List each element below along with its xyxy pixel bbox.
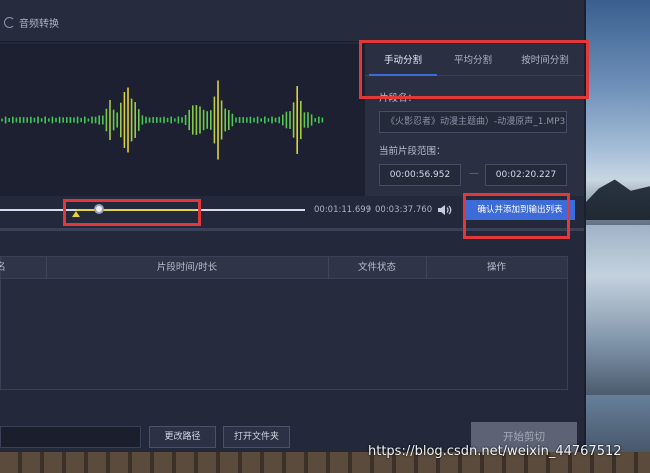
waveform-panel[interactable] xyxy=(0,44,365,196)
confirm-add-button[interactable]: 确认并添加到输出列表 xyxy=(465,200,575,220)
time-separator: / xyxy=(367,205,370,215)
range-start-input[interactable]: 00:00:56.952 xyxy=(379,164,461,186)
tab-manual-split[interactable]: 手动分割 xyxy=(369,44,437,76)
col-file-status: 文件状态 xyxy=(357,262,396,273)
waveform xyxy=(1,80,324,160)
current-time: 00:01:11.699 xyxy=(314,205,372,215)
segment-range-label: 当前片段范围： xyxy=(379,146,446,157)
range-end-input[interactable]: 00:02:20.227 xyxy=(485,164,567,186)
tab-average-split[interactable]: 平均分割 xyxy=(439,44,507,76)
output-path-input[interactable] xyxy=(0,426,141,448)
col-actions: 操作 xyxy=(486,262,506,273)
split-tabs: 手动分割 平均分割 按时间分割 xyxy=(365,44,584,76)
title-bar: 音频转换 xyxy=(0,0,584,42)
wallpaper-lake xyxy=(586,225,650,395)
col-segment-time: 片段时间/时长 xyxy=(156,262,218,273)
playhead-handle[interactable] xyxy=(94,204,104,214)
segment-name-label: 片段名： xyxy=(379,93,418,104)
change-path-button[interactable]: 更改路径 xyxy=(149,426,216,448)
output-table: 名 片段时间/时长 文件状态 操作 xyxy=(0,256,568,390)
volume-icon[interactable] xyxy=(437,203,453,217)
segment-name-input[interactable]: 《火影忍者》动漫主题曲）-动漫原声_1.MP3 xyxy=(379,111,567,133)
open-folder-button[interactable]: 打开文件夹 xyxy=(223,426,290,448)
convert-icon xyxy=(4,17,15,28)
start-marker[interactable] xyxy=(72,211,80,217)
nav-audio-convert[interactable]: 音频转换 xyxy=(4,15,59,30)
total-time: 00:03:37.760 xyxy=(375,205,433,215)
nav-audio-convert-label: 音频转换 xyxy=(19,19,59,30)
col-name: 名 xyxy=(0,262,6,273)
table-header: 名 片段时间/时长 文件状态 操作 xyxy=(0,257,567,279)
range-separator: — xyxy=(469,168,479,179)
tab-time-split[interactable]: 按时间分割 xyxy=(509,44,581,76)
output-list-area: 名 片段时间/时长 文件状态 操作 xyxy=(0,228,584,424)
watermark: https://blog.csdn.net/weixin_44767512 xyxy=(368,444,622,459)
app-window: 音频转换 手动分割 平均分割 按时间分割 片段名： 《火影忍者》动漫主题曲）-动… xyxy=(0,0,584,452)
